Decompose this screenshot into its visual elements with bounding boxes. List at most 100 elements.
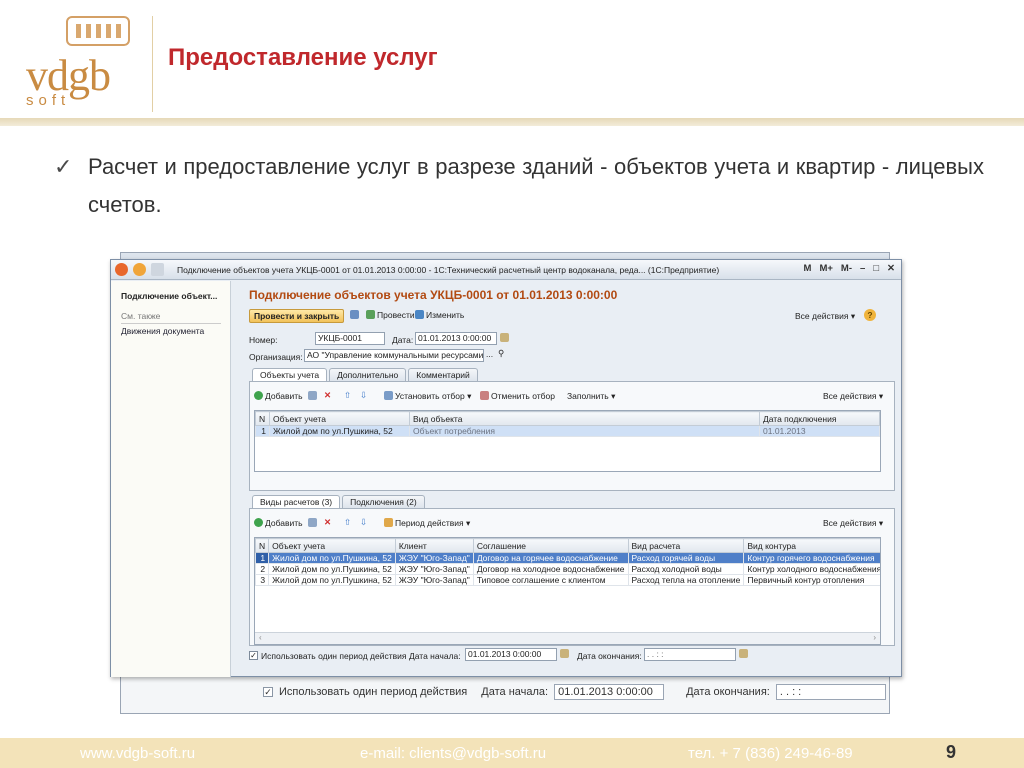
checkbox-icon[interactable]: ✓ bbox=[263, 687, 273, 697]
start-date-input[interactable]: 01.01.2013 0:00:00 bbox=[554, 684, 665, 700]
col-calc-type[interactable]: Вид расчета bbox=[627, 538, 745, 553]
col-client[interactable]: Клиент bbox=[394, 538, 474, 553]
page-number: 9 bbox=[946, 742, 957, 762]
delete-icon[interactable]: ✕ bbox=[324, 517, 331, 528]
end-date-input[interactable]: . . : : bbox=[644, 648, 736, 661]
see-also-label: См. также bbox=[121, 311, 161, 321]
scroll-left-icon[interactable]: ‹ bbox=[259, 633, 262, 642]
col-n[interactable]: N bbox=[255, 411, 270, 426]
search-icon[interactable]: ⚲ bbox=[498, 348, 504, 359]
tab-additional[interactable]: Дополнительно bbox=[329, 368, 407, 381]
calc-add-button[interactable]: Добавить bbox=[254, 518, 303, 528]
tab-comment[interactable]: Комментарий bbox=[408, 368, 478, 381]
save-icon[interactable] bbox=[350, 310, 361, 320]
cell-client: ЖЭУ "Юго-Запад" bbox=[394, 563, 474, 575]
period-actions-button[interactable]: Период действия ▾ bbox=[384, 518, 470, 529]
single-period-label: Использовать один период действия bbox=[261, 651, 407, 661]
number-input[interactable]: УКЦБ-0001 bbox=[315, 332, 385, 345]
cell-connection-date: 01.01.2013 bbox=[759, 425, 880, 437]
col-object-type[interactable]: Вид объекта bbox=[409, 411, 760, 426]
calendar-icon[interactable] bbox=[500, 333, 511, 343]
cell-calc-type: Расход горячей воды bbox=[627, 552, 745, 564]
header-divider bbox=[152, 16, 153, 112]
table-row[interactable]: 1 Жилой дом по ул.Пушкина, 52 Объект пот… bbox=[255, 425, 880, 437]
table-row[interactable]: 3 Жилой дом по ул.Пушкина, 52 ЖЭУ "Юго-З… bbox=[255, 574, 880, 586]
col-n[interactable]: N bbox=[255, 538, 270, 553]
start-date-label: Дата начала: bbox=[409, 651, 461, 661]
cell-client: ЖЭУ "Юго-Запад" bbox=[394, 552, 474, 564]
star-icon[interactable] bbox=[151, 263, 164, 276]
table-row[interactable]: 2 Жилой дом по ул.Пушкина, 52 ЖЭУ "Юго-З… bbox=[255, 563, 880, 575]
cell-agreement: Договор на холодное водоснабжение bbox=[472, 563, 629, 575]
table-row[interactable]: 1 Жилой дом по ул.Пушкина, 52 ЖЭУ "Юго-З… bbox=[255, 552, 880, 564]
document-title: Подключение объектов учета УКЦБ-0001 от … bbox=[249, 288, 618, 302]
tab-connections[interactable]: Подключения (2) bbox=[342, 495, 425, 508]
calendar-icon[interactable] bbox=[560, 649, 571, 659]
slide-header: vdgb soft Предоставление услуг bbox=[0, 0, 1024, 124]
col-connection-date[interactable]: Дата подключения bbox=[759, 411, 880, 426]
copy-icon[interactable] bbox=[308, 518, 319, 528]
bullet-point: ✓ Расчет и предоставление услуг в разрез… bbox=[54, 148, 984, 224]
date-input[interactable]: 01.01.2013 0:00:00 bbox=[415, 332, 497, 345]
vdgb-logo: vdgb soft bbox=[22, 14, 152, 110]
header-band bbox=[0, 118, 1024, 126]
top-tabs: Объекты учета Дополнительно Комментарий bbox=[252, 368, 478, 381]
post-button[interactable]: Провести bbox=[366, 310, 415, 320]
calendar-icon[interactable] bbox=[739, 649, 750, 659]
memory-minus-button[interactable]: M- bbox=[841, 263, 852, 274]
close-icon[interactable]: ✕ bbox=[887, 263, 895, 274]
cell-object-type: Объект потребления bbox=[409, 425, 760, 437]
objects-add-button[interactable]: Добавить bbox=[254, 391, 303, 401]
help-icon[interactable]: ? bbox=[864, 309, 876, 321]
bottom-tabs: Виды расчетов (3) Подключения (2) bbox=[252, 495, 425, 508]
col-account-object[interactable]: Объект учета bbox=[269, 411, 410, 426]
fill-button[interactable]: Заполнить ▾ bbox=[567, 391, 615, 402]
horizontal-scrollbar[interactable]: ‹ › bbox=[255, 632, 880, 644]
move-up-icon[interactable]: ⇧ bbox=[344, 517, 351, 528]
all-actions-menu[interactable]: Все действия ▾ bbox=[795, 311, 855, 322]
window-titlebar: Подключение объектов учета УКЦБ-0001 от … bbox=[111, 260, 901, 280]
checkmark-icon: ✓ bbox=[54, 154, 73, 179]
post-and-close-button[interactable]: Провести и закрыть bbox=[249, 309, 345, 323]
cell-account-object: Жилой дом по ул.Пушкина, 52 bbox=[268, 552, 396, 564]
move-up-icon[interactable]: ⇧ bbox=[344, 390, 351, 401]
cancel-filter-button[interactable]: Отменить отбор bbox=[480, 391, 555, 401]
move-down-icon[interactable]: ⇩ bbox=[360, 390, 367, 401]
memory-plus-button[interactable]: M+ bbox=[819, 263, 832, 274]
col-circuit-type[interactable]: Вид контура bbox=[743, 538, 880, 553]
organization-label: Организация: bbox=[249, 352, 303, 362]
maximize-icon[interactable]: □ bbox=[873, 263, 879, 274]
add-icon bbox=[254, 391, 263, 400]
org-select-button[interactable]: ... bbox=[486, 349, 493, 359]
move-down-icon[interactable]: ⇩ bbox=[360, 517, 367, 528]
edit-button[interactable]: Изменить bbox=[415, 310, 464, 320]
cell-calc-type: Расход тепла на отопление bbox=[627, 574, 745, 586]
calc-all-actions-menu[interactable]: Все действия ▾ bbox=[823, 518, 883, 529]
organization-input[interactable]: АО "Управление коммунальными ресурсами" bbox=[304, 349, 484, 362]
col-account-object[interactable]: Объект учета bbox=[268, 538, 396, 553]
tab-objects[interactable]: Объекты учета bbox=[252, 368, 328, 381]
set-filter-button[interactable]: Установить отбор ▾ bbox=[384, 391, 471, 402]
scroll-right-icon[interactable]: › bbox=[873, 633, 876, 642]
tab-calc-types[interactable]: Виды расчетов (3) bbox=[252, 495, 341, 508]
memory-m-button[interactable]: M bbox=[804, 263, 812, 274]
document-movements-link[interactable]: Движения документа bbox=[121, 326, 204, 336]
nav-current-doc[interactable]: Подключение объект... bbox=[121, 291, 217, 301]
abacus-icon bbox=[66, 16, 130, 46]
single-period-checkbox[interactable]: ✓ bbox=[249, 651, 258, 660]
calc-panel: Добавить ✕ ⇧ ⇩ Период действия ▾ Все дей… bbox=[249, 508, 895, 646]
footer-email[interactable]: e-mail: clients@vdgb-soft.ru bbox=[360, 745, 546, 762]
objects-all-actions-menu[interactable]: Все действия ▾ bbox=[823, 391, 883, 402]
onec-logo-icon[interactable] bbox=[115, 263, 128, 276]
start-date-label: Дата начала: bbox=[481, 686, 549, 698]
cell-circuit-type: Контур горячего водоснабжения bbox=[743, 552, 880, 564]
footer-website[interactable]: www.vdgb-soft.ru bbox=[80, 745, 195, 762]
minimize-icon[interactable]: – bbox=[860, 263, 865, 274]
menu-icon[interactable] bbox=[133, 263, 146, 276]
end-date-input[interactable]: . . : : bbox=[775, 684, 886, 700]
delete-icon[interactable]: ✕ bbox=[324, 390, 331, 401]
start-date-input[interactable]: 01.01.2013 0:00:00 bbox=[465, 648, 557, 661]
col-agreement[interactable]: Соглашение bbox=[472, 538, 629, 553]
copy-icon[interactable] bbox=[308, 391, 319, 401]
footer-phone: тел. + 7 (836) 249-46-89 bbox=[688, 745, 853, 762]
